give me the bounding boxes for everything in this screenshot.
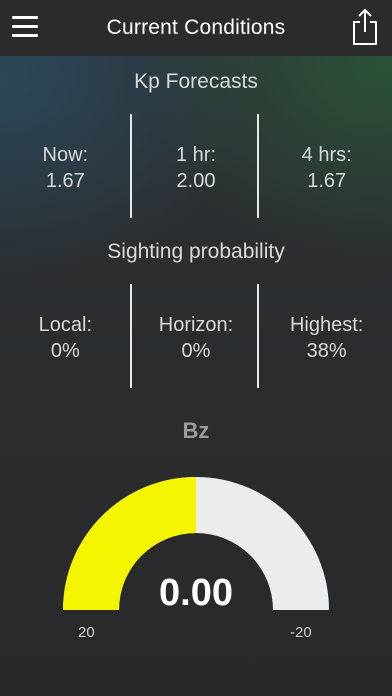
bz-min-label: 20 bbox=[78, 624, 95, 641]
sighting-highest-label: Highest: bbox=[289, 314, 364, 336]
kp-1hr-value: 2.00 bbox=[176, 170, 216, 192]
bz-max-label: -20 bbox=[290, 624, 312, 641]
sighting-horizon-value: 0% bbox=[181, 340, 211, 362]
bz-label: Bz bbox=[182, 418, 210, 443]
sighting-section-title: Sighting probability bbox=[107, 240, 285, 263]
top-bar: Current Conditions bbox=[0, 0, 392, 56]
app-screen: Current Conditions Kp Forecasts Now: 1.6… bbox=[0, 0, 392, 696]
kp-4hrs: 4 hrs: 1.67 bbox=[261, 142, 392, 194]
kp-4hrs-label: 4 hrs: bbox=[301, 144, 352, 166]
menu-icon-bar bbox=[12, 25, 38, 28]
menu-icon bbox=[12, 16, 38, 19]
sighting-local: Local: 0% bbox=[0, 312, 131, 364]
share-icon bbox=[353, 8, 377, 45]
sighting-horizon: Horizon: 0% bbox=[131, 312, 262, 364]
kp-1hr-label: 1 hr: bbox=[175, 144, 217, 166]
menu-icon-bar bbox=[12, 34, 38, 37]
share-button[interactable] bbox=[350, 8, 380, 46]
sighting-local-value: 0% bbox=[50, 340, 80, 362]
sighting-local-label: Local: bbox=[38, 314, 93, 336]
kp-1hr: 1 hr: 2.00 bbox=[131, 142, 262, 194]
kp-now-value: 1.67 bbox=[45, 170, 85, 192]
kp-now: Now: 1.67 bbox=[0, 142, 131, 194]
kp-divider-2 bbox=[257, 114, 259, 218]
page-title: Current Conditions bbox=[106, 16, 286, 39]
sighting-highest-value: 38% bbox=[306, 340, 347, 362]
sighting-horizon-label: Horizon: bbox=[158, 314, 234, 336]
kp-grid: Now: 1.67 1 hr: 2.00 4 hrs: 1.67 bbox=[0, 142, 392, 194]
kp-divider-1 bbox=[130, 114, 132, 218]
kp-4hrs-value: 1.67 bbox=[307, 170, 347, 192]
kp-now-label: Now: bbox=[42, 144, 89, 166]
sighting-grid: Local: 0% Horizon: 0% Highest: 38% bbox=[0, 312, 392, 364]
sighting-divider-1 bbox=[130, 284, 132, 388]
sighting-highest: Highest: 38% bbox=[261, 312, 392, 364]
bz-value: 0.00 bbox=[159, 572, 233, 614]
menu-button[interactable] bbox=[12, 16, 40, 40]
sighting-divider-2 bbox=[257, 284, 259, 388]
kp-section-title: Kp Forecasts bbox=[134, 70, 258, 93]
